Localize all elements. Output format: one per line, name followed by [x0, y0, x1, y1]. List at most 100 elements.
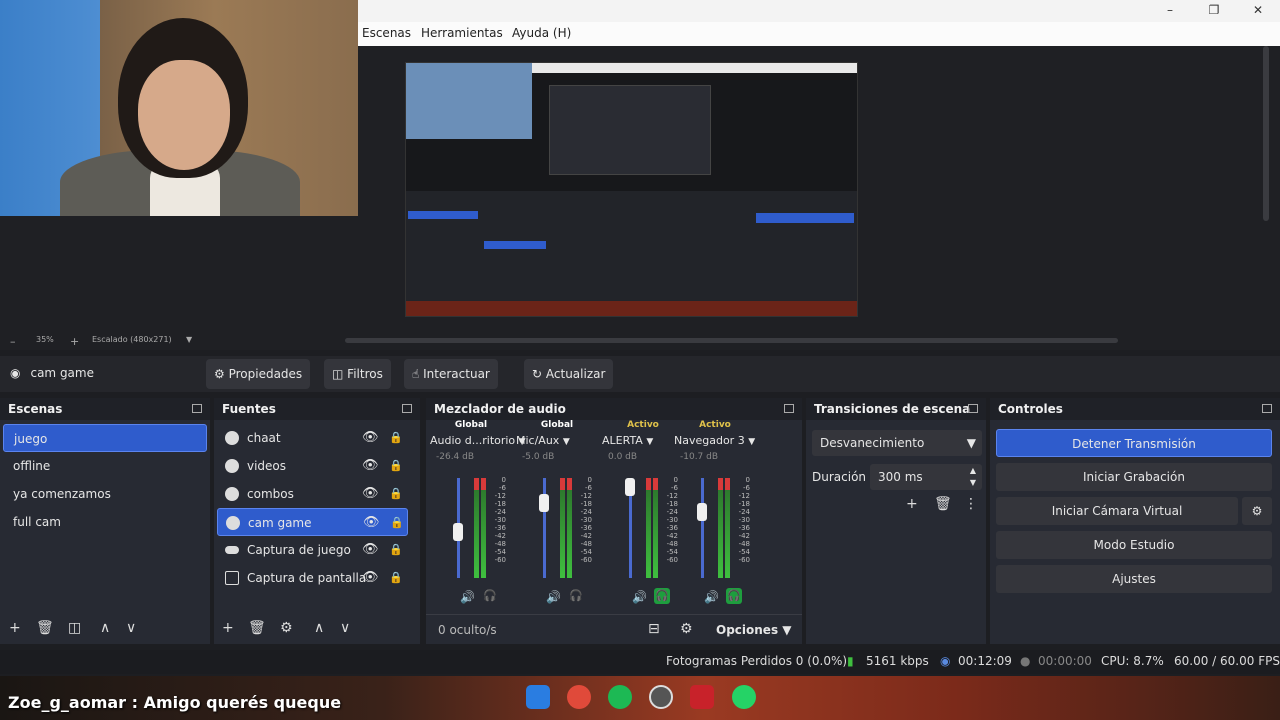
scene-item-juego[interactable]: juego [3, 424, 207, 452]
source-label: Captura de juego [247, 543, 351, 557]
db-scale: 0 -6 -12 -18 -24 -30 -36 -42 -48 -54 -60 [580, 476, 592, 564]
stop-stream-button[interactable]: Detener Transmisión [996, 429, 1272, 457]
channel-name[interactable]: Mic/Aux ▼ [516, 434, 598, 452]
maximize-button[interactable]: ❐ [1192, 0, 1236, 22]
eye-icon[interactable]: 👁 [363, 509, 380, 537]
source-item-captura-de-juego[interactable]: Captura de juego 👁 🔒 [217, 536, 408, 564]
move-scene-down-button[interactable]: ∨ [126, 620, 136, 636]
channel-name[interactable]: Navegador 3 ▼ [674, 434, 756, 452]
eye-icon[interactable]: 👁 [362, 480, 379, 508]
properties-button[interactable]: ⚙ Propiedades [206, 359, 311, 389]
source-item-combos[interactable]: combos 👁 🔒 [217, 480, 408, 508]
minimize-button[interactable]: – [1148, 0, 1192, 22]
windows-start-icon[interactable] [526, 685, 550, 709]
preview-canvas[interactable] [405, 62, 858, 317]
volume-fader-knob[interactable] [625, 478, 635, 496]
speaker-icon[interactable]: 🔊 [704, 590, 719, 604]
scene-item-full-cam[interactable]: full cam [3, 508, 207, 536]
lock-icon[interactable]: 🔒 [389, 480, 403, 508]
studio-mode-button[interactable]: Modo Estudio [996, 531, 1272, 559]
headphones-icon[interactable]: 🎧 [568, 588, 584, 604]
preview-horizontal-scrollbar[interactable] [345, 338, 1118, 343]
channel-name[interactable]: Audio d...ritorio ▼ [430, 434, 526, 452]
scene-item-ya-comenzamos[interactable]: ya comenzamos [3, 480, 207, 508]
transition-select[interactable]: Desvanecimiento ▼ [812, 430, 982, 456]
scene-item-offline[interactable]: offline [3, 452, 207, 480]
eye-icon[interactable]: 👁 [362, 564, 379, 592]
mixer-options-button[interactable]: Opciones ▼ [716, 623, 792, 637]
menu-escenas[interactable]: Escenas [362, 26, 411, 40]
add-source-button[interactable]: + [222, 620, 234, 636]
refresh-button[interactable]: ↻ Actualizar [524, 359, 614, 389]
obs-icon[interactable] [649, 685, 673, 709]
channel-mode: Global [454, 420, 488, 430]
source-item-chaat[interactable]: chaat 👁 🔒 [217, 424, 408, 452]
float-icon[interactable] [192, 404, 202, 413]
preview-vertical-scrollbar[interactable] [1262, 46, 1270, 332]
headphones-icon[interactable]: 🎧 [482, 588, 498, 604]
float-icon[interactable] [402, 404, 412, 413]
source-item-captura-de-pantalla[interactable]: Captura de pantalla 👁 🔒 [217, 564, 408, 592]
channel-name[interactable]: ALERTA ▼ [602, 434, 684, 452]
volume-fader[interactable] [543, 478, 546, 578]
eye-icon[interactable]: 👁 [362, 452, 379, 480]
more-options-icon[interactable]: ⋮ [964, 496, 978, 512]
move-source-down-button[interactable]: ∨ [340, 620, 350, 636]
remove-transition-button[interactable]: 🗑 [934, 496, 952, 512]
source-item-cam-game[interactable]: cam game 👁 🔒 [217, 508, 408, 536]
interact-button[interactable]: ☝ Interactuar [404, 359, 498, 389]
headphones-icon[interactable]: 🎧 [726, 588, 742, 604]
float-icon[interactable] [968, 404, 978, 413]
add-transition-button[interactable]: + [906, 496, 918, 512]
lock-icon[interactable]: 🔒 [389, 452, 403, 480]
move-source-up-button[interactable]: ∧ [314, 620, 324, 636]
float-icon[interactable] [784, 404, 794, 413]
spotify-icon[interactable] [608, 685, 632, 709]
remove-source-button[interactable]: 🗑 [248, 620, 266, 636]
menu-ayuda[interactable]: Ayuda (H) [512, 26, 571, 40]
headphones-icon[interactable]: 🎧 [654, 588, 670, 604]
add-scene-button[interactable]: + [9, 620, 21, 636]
volume-fader-knob[interactable] [539, 494, 549, 513]
eye-icon[interactable]: 👁 [362, 424, 379, 452]
layout-icon[interactable]: ⊟ [648, 621, 660, 637]
source-properties-button[interactable]: ⚙ [280, 620, 293, 636]
source-label: Captura de pantalla [247, 571, 367, 585]
zoom-in-icon[interactable]: + [70, 335, 79, 348]
move-scene-up-button[interactable]: ∧ [100, 620, 110, 636]
start-virtual-camera-button[interactable]: Iniciar Cámara Virtual [996, 497, 1238, 525]
lock-icon[interactable]: 🔒 [389, 536, 403, 564]
speaker-icon[interactable]: 🔊 [632, 590, 647, 604]
volume-fader-knob[interactable] [453, 523, 463, 542]
duration-input[interactable]: 300 ms ▲ ▼ [870, 464, 982, 490]
speaker-icon[interactable]: 🔊 [546, 590, 561, 604]
chrome-icon[interactable] [567, 685, 591, 709]
eye-icon[interactable]: 👁 [362, 536, 379, 564]
advanced-audio-icon[interactable]: ⚙ [680, 621, 693, 637]
stream-icon: ◉ [940, 654, 951, 668]
settings-button[interactable]: Ajustes [996, 565, 1272, 593]
start-recording-button[interactable]: Iniciar Grabación [996, 463, 1272, 491]
remove-scene-button[interactable]: 🗑 [36, 620, 54, 636]
chevron-down-icon[interactable]: ▼ [186, 335, 192, 344]
voicemeeter-icon[interactable] [690, 685, 714, 709]
source-item-videos[interactable]: videos 👁 🔒 [217, 452, 408, 480]
lock-icon[interactable]: 🔒 [389, 424, 403, 452]
filters-button[interactable]: ◫ Filtros [324, 359, 391, 389]
virtual-camera-settings-button[interactable]: ⚙ [1242, 497, 1272, 525]
pointer-icon: ☝ [412, 367, 420, 381]
float-icon[interactable] [1262, 404, 1272, 413]
whatsapp-icon[interactable] [732, 685, 756, 709]
zoom-out-icon[interactable]: – [10, 335, 16, 348]
scenes-footer: + 🗑 ◫ ∧ ∨ [0, 614, 210, 644]
volume-fader-knob[interactable] [697, 502, 707, 521]
channel-volume-db: 0.0 dB [608, 452, 638, 462]
close-button[interactable]: ✕ [1236, 0, 1280, 22]
lock-icon[interactable]: 🔒 [390, 509, 404, 537]
volume-fader[interactable] [701, 478, 704, 578]
menu-herramientas[interactable]: Herramientas [421, 26, 503, 40]
speaker-icon[interactable]: 🔊 [460, 590, 475, 604]
db-scale: 0 -6 -12 -18 -24 -30 -36 -42 -48 -54 -60 [738, 476, 750, 564]
scene-filters-button[interactable]: ◫ [68, 620, 81, 636]
lock-icon[interactable]: 🔒 [389, 564, 403, 592]
